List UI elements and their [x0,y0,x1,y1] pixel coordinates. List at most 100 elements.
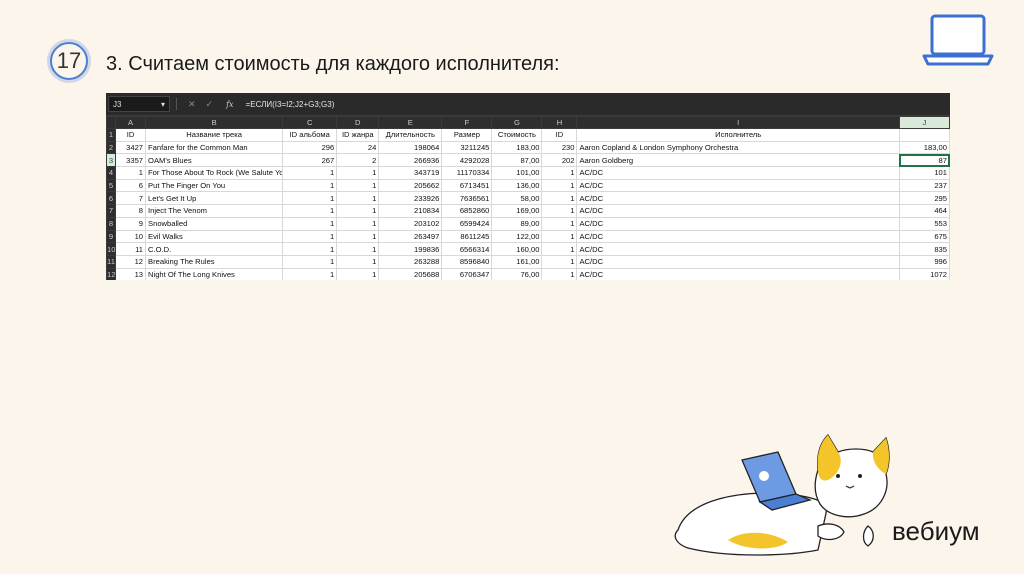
cell-e2[interactable]: 198064 [378,140,443,155]
cell-d4[interactable]: 1 [336,166,380,180]
cell-a1[interactable]: ID [114,128,147,142]
row-header[interactable]: 2 [106,140,116,155]
cell-c1[interactable]: ID альбома [282,128,338,142]
cell-h5[interactable]: 1 [541,178,578,193]
cell-j2[interactable]: 183,00 [898,140,950,155]
cell-a8[interactable]: 9 [114,216,147,231]
cell-a6[interactable]: 7 [114,191,147,206]
cell-c7[interactable]: 1 [282,204,338,218]
cell-g12[interactable]: 76,00 [491,267,543,280]
column-header-b[interactable]: B [145,116,284,129]
cell-i9[interactable]: AC/DC [576,229,900,244]
row-header[interactable]: 4 [106,166,116,180]
cell-e6[interactable]: 233926 [378,191,443,206]
check-icon[interactable]: ✓ [206,99,214,110]
cell-d5[interactable]: 1 [336,178,380,193]
cell-d8[interactable]: 1 [336,216,380,231]
row-header[interactable]: 6 [106,191,116,206]
row-header[interactable]: 7 [106,204,116,218]
cell-i6[interactable]: AC/DC [576,191,900,206]
cell-i4[interactable]: AC/DC [576,166,900,180]
select-all-corner[interactable] [106,116,116,129]
cell-a3[interactable]: 3357 [114,153,147,168]
cell-c2[interactable]: 296 [282,140,338,155]
cell-j11[interactable]: 996 [898,254,950,269]
cell-j10[interactable]: 835 [898,242,950,256]
cell-b4[interactable]: For Those About To Rock (We Salute You) [145,166,284,180]
cell-a2[interactable]: 3427 [114,140,147,155]
row-header[interactable]: 10 [106,242,116,256]
cell-b12[interactable]: Night Of The Long Knives [145,267,284,280]
cell-d10[interactable]: 1 [336,242,380,256]
cell-b7[interactable]: Inject The Venom [145,204,284,218]
cell-i5[interactable]: AC/DC [576,178,900,193]
cell-i1[interactable]: Исполнитель [576,128,900,142]
cell-j6[interactable]: 295 [898,191,950,206]
cell-d7[interactable]: 1 [336,204,380,218]
column-header-c[interactable]: C [282,116,338,129]
cell-g7[interactable]: 169,00 [491,204,543,218]
cell-i10[interactable]: AC/DC [576,242,900,256]
cell-b3[interactable]: OAM's Blues [145,153,284,168]
cell-j5[interactable]: 237 [898,178,950,193]
cell-b6[interactable]: Let's Get It Up [145,191,284,206]
cell-a4[interactable]: 1 [114,166,147,180]
cell-g6[interactable]: 58,00 [491,191,543,206]
cell-f3[interactable]: 4292028 [441,153,493,168]
cell-d2[interactable]: 24 [336,140,380,155]
cell-e9[interactable]: 263497 [378,229,443,244]
cell-g9[interactable]: 122,00 [491,229,543,244]
row-header[interactable]: 1 [106,128,116,142]
cell-h4[interactable]: 1 [541,166,578,180]
row-header[interactable]: 3 [106,153,116,168]
cell-d1[interactable]: ID жанра [336,128,380,142]
cell-j3[interactable]: 87 [898,153,950,168]
cell-a7[interactable]: 8 [114,204,147,218]
cell-i8[interactable]: AC/DC [576,216,900,231]
cell-a11[interactable]: 12 [114,254,147,269]
cell-a9[interactable]: 10 [114,229,147,244]
cell-a5[interactable]: 6 [114,178,147,193]
cell-i11[interactable]: AC/DC [576,254,900,269]
cell-f5[interactable]: 6713451 [441,178,493,193]
cell-h3[interactable]: 202 [541,153,578,168]
cell-e1[interactable]: Длительность [378,128,443,142]
cell-i3[interactable]: Aaron Goldberg [576,153,900,168]
cell-j12[interactable]: 1072 [898,267,950,280]
cell-c5[interactable]: 1 [282,178,338,193]
cell-d3[interactable]: 2 [336,153,380,168]
cell-g3[interactable]: 87,00 [491,153,543,168]
cell-b5[interactable]: Put The Finger On You [145,178,284,193]
cell-b8[interactable]: Snowballed [145,216,284,231]
cell-i12[interactable]: AC/DC [576,267,900,280]
cell-b10[interactable]: C.O.D. [145,242,284,256]
cell-d9[interactable]: 1 [336,229,380,244]
row-header[interactable]: 5 [106,178,116,193]
row-header[interactable]: 11 [106,254,116,269]
cell-i7[interactable]: AC/DC [576,204,900,218]
cell-e7[interactable]: 210834 [378,204,443,218]
cell-e3[interactable]: 266936 [378,153,443,168]
cell-b1[interactable]: Название трека [145,128,284,142]
cell-f8[interactable]: 6599424 [441,216,493,231]
cell-g8[interactable]: 89,00 [491,216,543,231]
cell-j1[interactable] [898,128,950,142]
column-header-h[interactable]: H [541,116,578,129]
cell-e11[interactable]: 263288 [378,254,443,269]
cell-f1[interactable]: Размер [441,128,493,142]
cell-c8[interactable]: 1 [282,216,338,231]
cell-j4[interactable]: 101 [898,166,950,180]
cell-d6[interactable]: 1 [336,191,380,206]
cell-d11[interactable]: 1 [336,254,380,269]
cell-j9[interactable]: 675 [898,229,950,244]
column-header-d[interactable]: D [336,116,380,129]
cell-e8[interactable]: 203102 [378,216,443,231]
cell-e12[interactable]: 205688 [378,267,443,280]
cell-g1[interactable]: Стоимость [491,128,543,142]
cell-b9[interactable]: Evil Walks [145,229,284,244]
cell-c10[interactable]: 1 [282,242,338,256]
cell-g10[interactable]: 160,00 [491,242,543,256]
row-header[interactable]: 8 [106,216,116,231]
cell-c3[interactable]: 267 [282,153,338,168]
column-header-f[interactable]: F [441,116,493,129]
